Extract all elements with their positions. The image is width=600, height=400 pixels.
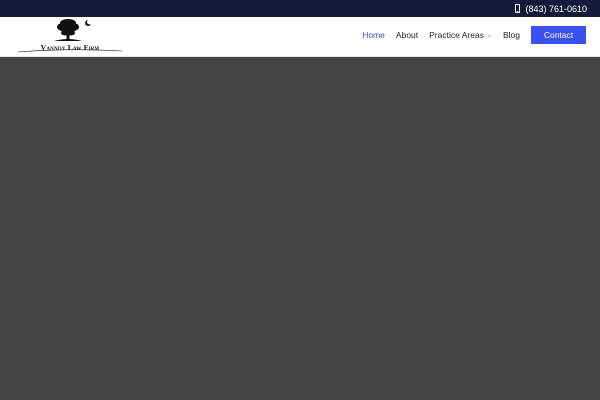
main-nav: Home About Practice Areas ⌄ Blog Contact bbox=[351, 26, 586, 44]
site-header: Vannoy Law Firm Home About Practice Area… bbox=[0, 17, 600, 57]
phone-link[interactable]: (843) 761-0610 bbox=[515, 4, 587, 14]
chevron-down-icon: ⌄ bbox=[486, 32, 492, 39]
nav-item-label: Practice Areas bbox=[429, 30, 484, 40]
nav-item-practice-areas[interactable]: Practice Areas ⌄ bbox=[429, 30, 492, 40]
nav-item-about[interactable]: About bbox=[396, 30, 418, 40]
nav-item-label: Blog bbox=[502, 30, 520, 40]
logo-text: Vannoy Law Firm bbox=[40, 43, 100, 52]
top-bar: (843) 761-0610 bbox=[0, 0, 600, 17]
nav-item-label: About bbox=[395, 30, 419, 40]
hero-section bbox=[0, 57, 600, 400]
nav-item-label: Home bbox=[362, 30, 385, 40]
mobile-phone-icon bbox=[515, 4, 521, 13]
site-logo[interactable]: Vannoy Law Firm bbox=[14, 18, 126, 55]
nav-item-blog[interactable]: Blog bbox=[503, 30, 520, 40]
contact-button[interactable]: Contact bbox=[531, 26, 586, 44]
nav-item-home[interactable]: Home bbox=[362, 30, 385, 40]
phone-number: (843) 761-0610 bbox=[525, 3, 587, 14]
